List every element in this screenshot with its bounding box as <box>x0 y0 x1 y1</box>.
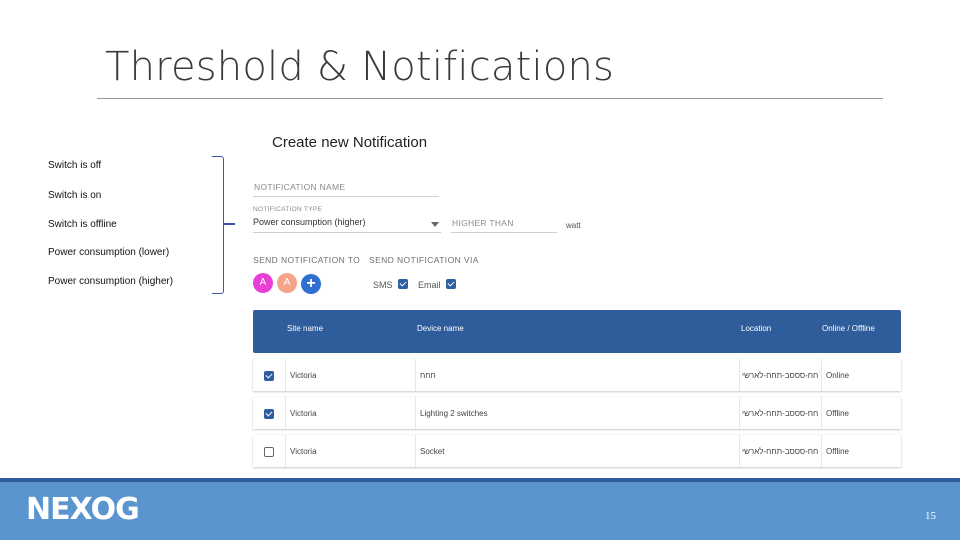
sms-checkbox[interactable] <box>398 279 408 289</box>
location-cell: חח-סססב-תחח-לארשי <box>742 409 819 418</box>
status-cell: Offline <box>826 447 849 456</box>
devices-table-header: Site name Device name Location Online / … <box>253 310 901 353</box>
device-cell: Socket <box>420 447 445 456</box>
legend-item-switch-off: Switch is off <box>48 160 102 171</box>
legend-bracket <box>212 156 224 294</box>
notification-name-input[interactable]: NOTIFICATION NAME <box>254 182 345 192</box>
form-title: Create new Notification <box>272 134 428 151</box>
table-row[interactable]: Victoria Socket חח-סססב-תחח-לארשי Offlin… <box>253 435 901 467</box>
site-cell: Victoria <box>290 447 317 456</box>
slide-title: Threshold & Notifications <box>105 44 615 90</box>
notification-type-underline <box>253 232 441 233</box>
slide-footer: NEXOG 15 <box>0 478 960 540</box>
notification-name-underline <box>253 196 439 197</box>
device-cell: Lighting 2 switches <box>420 409 488 418</box>
row-checkbox[interactable] <box>264 371 274 381</box>
send-to-label: SEND NOTIFICATION TO <box>253 255 361 265</box>
legend-item-switch-offline: Switch is offline <box>48 219 117 230</box>
row-checkbox[interactable] <box>264 447 274 457</box>
recipient-avatar[interactable]: A <box>253 273 273 293</box>
site-cell: Victoria <box>290 409 317 418</box>
email-checkbox[interactable] <box>446 279 456 289</box>
title-divider <box>97 98 883 99</box>
threshold-input[interactable]: HIGHER THAN <box>452 218 514 228</box>
bracket-pointer <box>223 223 235 225</box>
email-label: Email <box>418 280 441 290</box>
chevron-down-icon[interactable] <box>431 222 439 227</box>
column-header-location[interactable]: Location <box>741 324 771 333</box>
row-checkbox[interactable] <box>264 409 274 419</box>
device-cell: חחח <box>420 371 436 380</box>
page-number: 15 <box>925 510 936 522</box>
notification-type-label: NOTIFICATION TYPE <box>253 206 323 213</box>
location-cell: חח-סססב-תחח-לארשי <box>742 447 819 456</box>
send-via-label: SEND NOTIFICATION VIA <box>369 255 479 265</box>
table-row[interactable]: Victoria חחח חח-סססב-תחח-לארשי Online <box>253 359 901 391</box>
sms-label: SMS <box>373 280 393 290</box>
legend-item-switch-on: Switch is on <box>48 190 102 201</box>
column-header-device[interactable]: Device name <box>417 324 464 333</box>
status-cell: Online <box>826 371 850 380</box>
status-cell: Offline <box>826 409 849 418</box>
add-recipient-icon[interactable]: + <box>301 274 321 294</box>
legend-item-power-higher: Power consumption (higher) <box>48 276 174 287</box>
threshold-underline <box>451 232 557 233</box>
site-cell: Victoria <box>290 371 317 380</box>
threshold-unit: watt <box>566 221 581 230</box>
recipient-avatar[interactable]: A <box>277 273 297 293</box>
column-header-site[interactable]: Site name <box>287 324 323 333</box>
legend-item-power-lower: Power consumption (lower) <box>48 247 170 258</box>
nexog-logo: NEXOG <box>26 492 140 527</box>
table-row[interactable]: Victoria Lighting 2 switches חח-סססב-תחח… <box>253 397 901 429</box>
column-header-status[interactable]: Online / Offline <box>822 324 875 333</box>
location-cell: חח-סססב-תחח-לארשי <box>742 371 819 380</box>
notification-type-select[interactable]: Power consumption (higher) <box>253 217 366 227</box>
